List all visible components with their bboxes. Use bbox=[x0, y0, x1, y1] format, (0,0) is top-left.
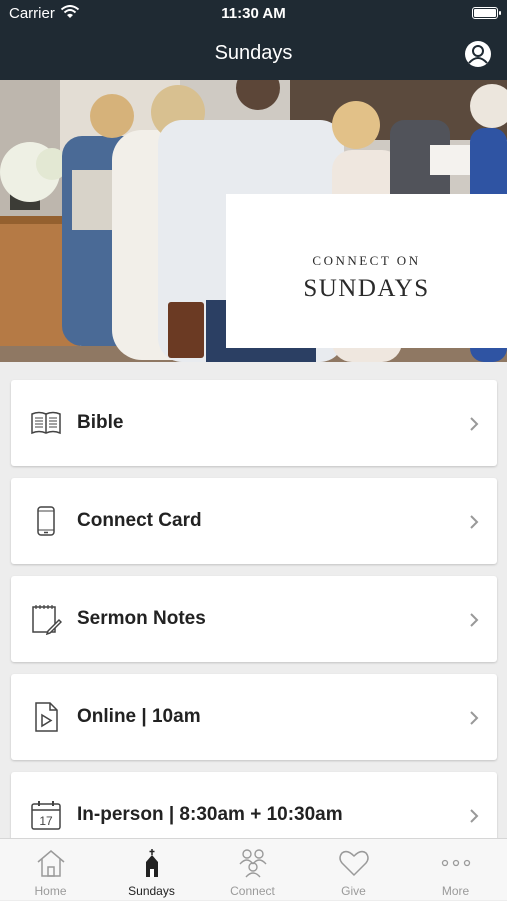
hero-subtitle: CONNECT ON bbox=[312, 253, 421, 268]
menu-item-in-person[interactable]: 17 In-person | 8:30am + 10:30am bbox=[11, 772, 497, 838]
menu-item-connect-card[interactable]: Connect Card bbox=[11, 478, 497, 564]
menu-item-label: Sermon Notes bbox=[77, 608, 206, 629]
battery-level bbox=[474, 9, 496, 17]
battery-icon bbox=[472, 7, 501, 19]
hero-title: SUNDAYS bbox=[303, 275, 430, 302]
video-file-icon bbox=[35, 702, 58, 732]
page-title: Sundays bbox=[214, 42, 293, 64]
calendar-day: 17 bbox=[39, 814, 53, 828]
tab-give[interactable]: Give bbox=[303, 839, 404, 901]
tab-label: Sundays bbox=[128, 884, 175, 898]
chevron-right-icon bbox=[470, 613, 479, 627]
tab-home[interactable]: Home bbox=[0, 839, 101, 901]
nav-bar: Sundays bbox=[0, 28, 507, 80]
menu-item-label: Online | 10am bbox=[77, 706, 201, 727]
tab-label: Connect bbox=[230, 884, 275, 898]
hero-card: CONNECT ON SUNDAYS bbox=[226, 194, 507, 348]
tab-label: Give bbox=[341, 884, 366, 898]
chevron-right-icon bbox=[470, 809, 479, 823]
chevron-right-icon bbox=[470, 711, 479, 725]
menu-item-label: Connect Card bbox=[77, 510, 202, 531]
status-time: 11:30 AM bbox=[221, 5, 286, 22]
chevron-right-icon bbox=[470, 515, 479, 529]
book-icon bbox=[31, 411, 61, 435]
menu-item-online[interactable]: Online | 10am bbox=[11, 674, 497, 760]
chevron-right-icon bbox=[470, 417, 479, 431]
menu-item-label: In-person | 8:30am + 10:30am bbox=[77, 804, 343, 825]
heart-icon bbox=[339, 850, 369, 877]
calendar-icon: 17 bbox=[31, 801, 61, 830]
phone-icon bbox=[37, 506, 55, 536]
tab-more[interactable]: More bbox=[405, 839, 506, 901]
tab-bar: Home Sundays Connect Give More bbox=[0, 838, 507, 900]
menu-list: Bible Connect Card Sermon Notes Online |… bbox=[0, 362, 507, 838]
menu-item-label: Bible bbox=[77, 412, 124, 433]
profile-icon[interactable] bbox=[464, 40, 492, 68]
chapel-icon bbox=[146, 849, 158, 877]
menu-item-bible[interactable]: Bible bbox=[11, 380, 497, 466]
tab-label: More bbox=[441, 884, 470, 898]
home-icon bbox=[37, 850, 65, 877]
tab-sundays[interactable]: Sundays bbox=[101, 839, 202, 901]
notepad-pencil-icon bbox=[32, 605, 62, 635]
hero-banner: CONNECT ON SUNDAYS bbox=[0, 80, 507, 362]
tab-connect[interactable]: Connect bbox=[202, 839, 303, 901]
more-dots-icon bbox=[441, 859, 471, 867]
people-icon bbox=[239, 849, 267, 878]
menu-item-sermon-notes[interactable]: Sermon Notes bbox=[11, 576, 497, 662]
tab-label: Home bbox=[34, 884, 67, 898]
status-bar: Carrier 11:30 AM bbox=[0, 0, 507, 28]
